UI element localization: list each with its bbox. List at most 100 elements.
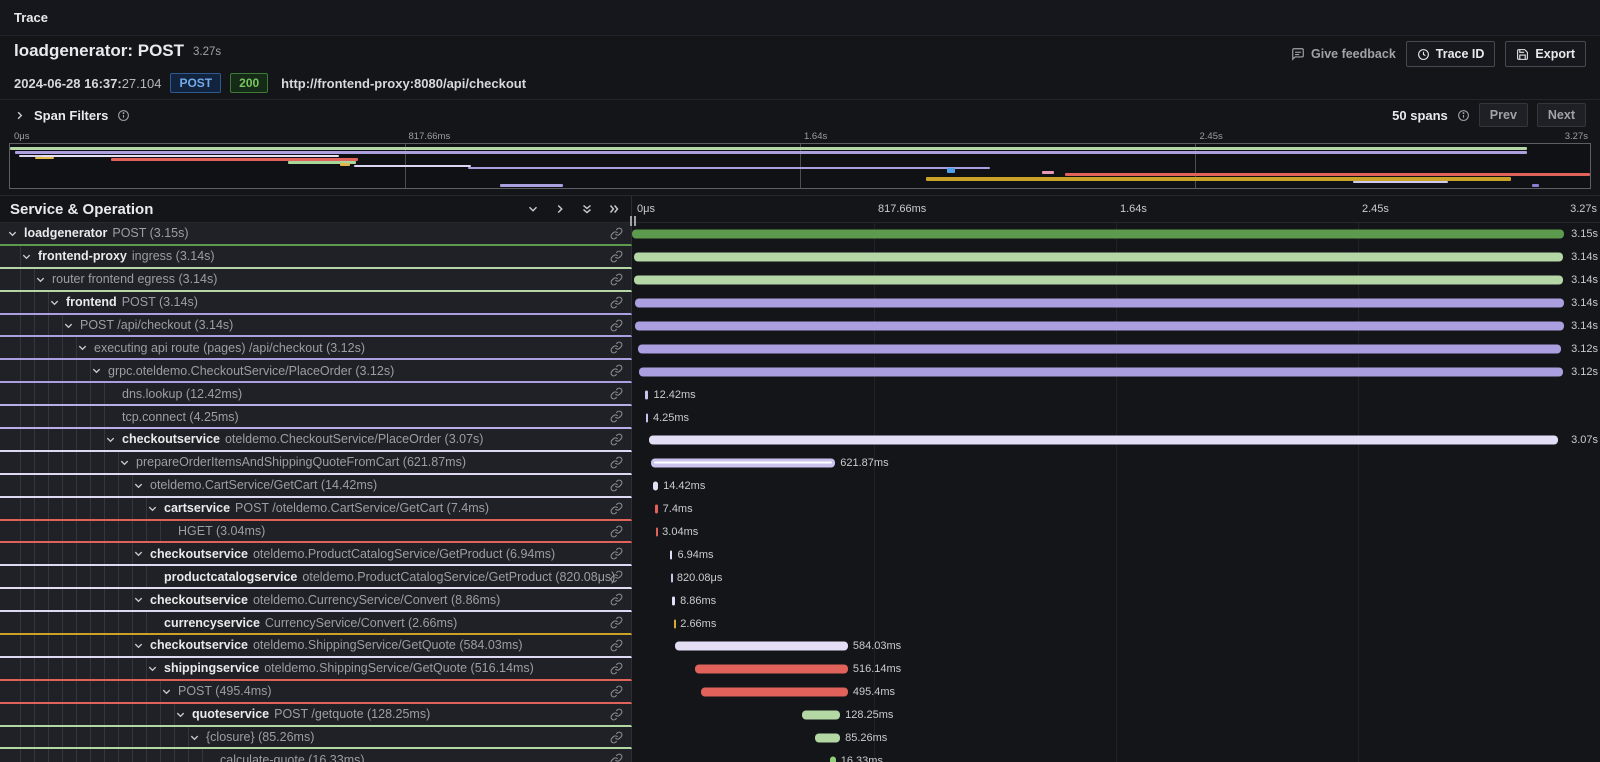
- link-icon[interactable]: [610, 387, 623, 400]
- span-row[interactable]: HGET (3.04ms) 3.04ms: [0, 521, 1600, 544]
- chevron-down-icon[interactable]: [77, 342, 89, 353]
- link-icon[interactable]: [610, 525, 623, 538]
- span-row[interactable]: productcatalogservice oteldemo.ProductCa…: [0, 566, 1600, 589]
- span-row[interactable]: {closure} (85.26ms) 85.26ms: [0, 727, 1600, 750]
- next-button[interactable]: Next: [1537, 103, 1586, 127]
- span-row[interactable]: dns.lookup (12.42ms) 12.42ms: [0, 383, 1600, 406]
- info-icon[interactable]: [1457, 109, 1470, 122]
- span-row[interactable]: currencyservice CurrencyService/Convert …: [0, 612, 1600, 635]
- span-filters-toggle[interactable]: Span Filters: [14, 108, 130, 123]
- link-icon[interactable]: [610, 227, 623, 240]
- link-icon[interactable]: [610, 662, 623, 675]
- span-duration-bar[interactable]: [638, 344, 1561, 353]
- link-icon[interactable]: [610, 502, 623, 515]
- link-icon[interactable]: [610, 753, 623, 762]
- chevron-down-icon[interactable]: [133, 594, 145, 605]
- link-icon[interactable]: [610, 731, 623, 744]
- chevron-down-icon[interactable]: [21, 251, 33, 262]
- export-button[interactable]: Export: [1505, 41, 1586, 67]
- link-icon[interactable]: [610, 570, 623, 583]
- chevron-down-icon[interactable]: [133, 640, 145, 651]
- span-duration-bar[interactable]: [632, 230, 1564, 239]
- chevron-down-icon[interactable]: [133, 480, 145, 491]
- minimap-viewport[interactable]: [9, 143, 1591, 189]
- span-duration-bar[interactable]: [634, 253, 1563, 262]
- chevron-down-icon[interactable]: [119, 457, 131, 468]
- span-duration-bar[interactable]: [655, 505, 658, 514]
- span-row[interactable]: executing api route (pages) /api/checkou…: [0, 337, 1600, 360]
- chevron-down-icon[interactable]: [175, 709, 187, 720]
- chevron-down-icon[interactable]: [189, 732, 201, 743]
- span-duration-bar[interactable]: [653, 482, 658, 491]
- chevron-down-icon[interactable]: [105, 434, 117, 445]
- span-duration-bar[interactable]: [672, 596, 675, 605]
- collapse-all-icon[interactable]: [607, 202, 621, 216]
- link-icon[interactable]: [610, 593, 623, 606]
- info-icon[interactable]: [117, 109, 130, 122]
- span-row[interactable]: frontend-proxy ingress (3.14s) 3.14s: [0, 246, 1600, 269]
- span-duration-bar[interactable]: [671, 573, 673, 582]
- link-icon[interactable]: [610, 685, 623, 698]
- chevron-down-icon[interactable]: [91, 365, 103, 376]
- link-icon[interactable]: [610, 364, 623, 377]
- span-duration-bar[interactable]: [634, 276, 1563, 285]
- chevron-down-icon[interactable]: [133, 548, 145, 559]
- span-row[interactable]: checkoutservice oteldemo.CurrencyService…: [0, 589, 1600, 612]
- span-row[interactable]: shippingservice oteldemo.ShippingService…: [0, 658, 1600, 681]
- span-row[interactable]: checkoutservice oteldemo.ProductCatalogS…: [0, 543, 1600, 566]
- span-row[interactable]: POST (495.4ms) 495.4ms: [0, 681, 1600, 704]
- link-icon[interactable]: [610, 708, 623, 721]
- link-icon[interactable]: [610, 410, 623, 423]
- span-row[interactable]: grpc.oteldemo.CheckoutService/PlaceOrder…: [0, 360, 1600, 383]
- link-icon[interactable]: [610, 456, 623, 469]
- span-row[interactable]: oteldemo.CartService/GetCart (14.42ms) 1…: [0, 475, 1600, 498]
- span-row[interactable]: cartservice POST /oteldemo.CartService/G…: [0, 498, 1600, 521]
- span-duration-bar[interactable]: [651, 459, 835, 468]
- collapse-one-level-icon[interactable]: [553, 202, 567, 216]
- span-duration-bar[interactable]: [656, 528, 658, 537]
- span-duration-bar[interactable]: [701, 688, 848, 697]
- link-icon[interactable]: [610, 616, 623, 629]
- chevron-down-icon[interactable]: [35, 274, 47, 285]
- span-duration-bar[interactable]: [639, 367, 1562, 376]
- span-row[interactable]: calculate-quote (16.33ms) 16.33ms: [0, 749, 1600, 762]
- link-icon[interactable]: [610, 341, 623, 354]
- span-row[interactable]: checkoutservice oteldemo.ShippingService…: [0, 635, 1600, 658]
- span-row[interactable]: loadgenerator POST (3.15s) 3.15s: [0, 223, 1600, 246]
- column-resize-handle[interactable]: [630, 216, 636, 226]
- link-icon[interactable]: [610, 319, 623, 332]
- span-duration-bar[interactable]: [635, 299, 1564, 308]
- link-icon[interactable]: [610, 273, 623, 286]
- span-duration-bar[interactable]: [646, 413, 648, 422]
- span-row[interactable]: quoteservice POST /getquote (128.25ms) 1…: [0, 704, 1600, 727]
- span-duration-bar[interactable]: [830, 756, 835, 762]
- prev-button[interactable]: Prev: [1479, 103, 1528, 127]
- chevron-down-icon[interactable]: [7, 228, 19, 239]
- span-duration-bar[interactable]: [675, 642, 848, 651]
- span-row[interactable]: POST /api/checkout (3.14s) 3.14s: [0, 315, 1600, 338]
- span-row[interactable]: checkoutservice oteldemo.CheckoutService…: [0, 429, 1600, 452]
- span-duration-bar[interactable]: [695, 665, 848, 674]
- span-row[interactable]: tcp.connect (4.25ms) 4.25ms: [0, 406, 1600, 429]
- expand-one-level-icon[interactable]: [526, 202, 540, 216]
- span-row[interactable]: router frontend egress (3.14s) 3.14s: [0, 269, 1600, 292]
- span-duration-bar[interactable]: [649, 436, 1558, 445]
- span-duration-bar[interactable]: [815, 734, 840, 743]
- span-duration-bar[interactable]: [802, 711, 840, 720]
- span-duration-bar[interactable]: [645, 390, 649, 399]
- span-duration-bar[interactable]: [635, 322, 1563, 331]
- expand-all-icon[interactable]: [580, 202, 594, 216]
- chevron-down-icon[interactable]: [161, 686, 173, 697]
- link-icon[interactable]: [610, 639, 623, 652]
- span-duration-bar[interactable]: [670, 550, 673, 559]
- link-icon[interactable]: [610, 433, 623, 446]
- link-icon[interactable]: [610, 547, 623, 560]
- trace-id-button[interactable]: Trace ID: [1406, 41, 1496, 67]
- chevron-down-icon[interactable]: [147, 503, 159, 514]
- chevron-down-icon[interactable]: [63, 320, 75, 331]
- link-icon[interactable]: [610, 250, 623, 263]
- chevron-down-icon[interactable]: [147, 663, 159, 674]
- span-row[interactable]: prepareOrderItemsAndShippingQuoteFromCar…: [0, 452, 1600, 475]
- give-feedback-button[interactable]: Give feedback: [1291, 47, 1396, 61]
- span-duration-bar[interactable]: [674, 619, 676, 628]
